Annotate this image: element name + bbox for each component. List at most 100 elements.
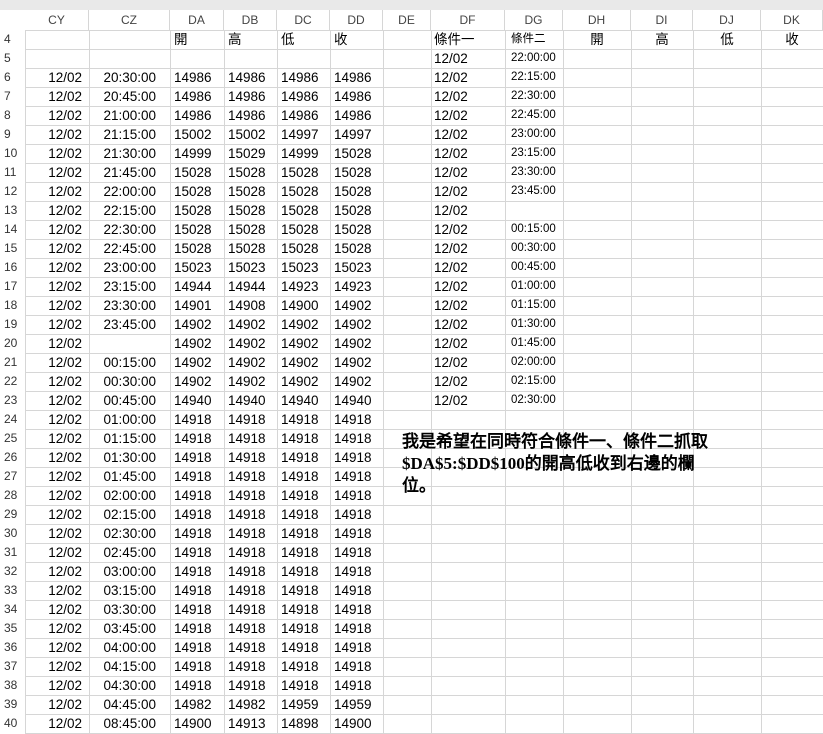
column-header-db[interactable]: DB bbox=[224, 10, 277, 30]
cell-cz34[interactable]: 03:30:00 bbox=[89, 600, 170, 619]
cell-cz32[interactable]: 03:00:00 bbox=[89, 562, 170, 581]
cell-da9[interactable]: 15002 bbox=[170, 125, 224, 144]
cell-cy24[interactable]: 12/02 bbox=[25, 410, 89, 429]
cell-cz36[interactable]: 04:00:00 bbox=[89, 638, 170, 657]
cell-db17[interactable]: 14944 bbox=[224, 277, 277, 296]
cell-cy34[interactable]: 12/02 bbox=[25, 600, 89, 619]
cell-cz10[interactable]: 21:30:00 bbox=[89, 144, 170, 163]
cell-da26[interactable]: 14918 bbox=[170, 448, 224, 467]
header-cell-dj[interactable]: 低 bbox=[693, 30, 761, 49]
cell-dd33[interactable]: 14918 bbox=[330, 581, 383, 600]
cell-df5[interactable]: 12/02 bbox=[431, 49, 505, 68]
cell-dc40[interactable]: 14898 bbox=[277, 714, 330, 733]
cell-cy8[interactable]: 12/02 bbox=[25, 106, 89, 125]
cell-da10[interactable]: 14999 bbox=[170, 144, 224, 163]
cell-cy29[interactable]: 12/02 bbox=[25, 505, 89, 524]
cell-da23[interactable]: 14940 bbox=[170, 391, 224, 410]
cell-da21[interactable]: 14902 bbox=[170, 353, 224, 372]
cell-dg5[interactable]: 22:00:00 bbox=[505, 49, 563, 68]
cell-dd31[interactable]: 14918 bbox=[330, 543, 383, 562]
cell-dd35[interactable]: 14918 bbox=[330, 619, 383, 638]
cell-db32[interactable]: 14918 bbox=[224, 562, 277, 581]
cell-db8[interactable]: 14986 bbox=[224, 106, 277, 125]
row-header-29[interactable]: 29 bbox=[0, 505, 25, 524]
column-header-da[interactable]: DA bbox=[170, 10, 224, 30]
cell-da16[interactable]: 15023 bbox=[170, 258, 224, 277]
cell-cz8[interactable]: 21:00:00 bbox=[89, 106, 170, 125]
row-header-8[interactable]: 8 bbox=[0, 106, 25, 125]
cell-cz19[interactable]: 23:45:00 bbox=[89, 315, 170, 334]
cell-dc15[interactable]: 15028 bbox=[277, 239, 330, 258]
row-header-4[interactable]: 4 bbox=[0, 30, 25, 49]
cell-cz28[interactable]: 02:00:00 bbox=[89, 486, 170, 505]
row-header-19[interactable]: 19 bbox=[0, 315, 25, 334]
cell-dd27[interactable]: 14918 bbox=[330, 467, 383, 486]
cell-da28[interactable]: 14918 bbox=[170, 486, 224, 505]
cell-cy37[interactable]: 12/02 bbox=[25, 657, 89, 676]
cell-dd8[interactable]: 14986 bbox=[330, 106, 383, 125]
cell-df6[interactable]: 12/02 bbox=[431, 68, 505, 87]
cell-da19[interactable]: 14902 bbox=[170, 315, 224, 334]
cell-df7[interactable]: 12/02 bbox=[431, 87, 505, 106]
cell-da29[interactable]: 14918 bbox=[170, 505, 224, 524]
cell-cz35[interactable]: 03:45:00 bbox=[89, 619, 170, 638]
cell-cz11[interactable]: 21:45:00 bbox=[89, 163, 170, 182]
cell-dd23[interactable]: 14940 bbox=[330, 391, 383, 410]
row-header-33[interactable]: 33 bbox=[0, 581, 25, 600]
cell-dd15[interactable]: 15028 bbox=[330, 239, 383, 258]
cell-cy11[interactable]: 12/02 bbox=[25, 163, 89, 182]
cell-dc30[interactable]: 14918 bbox=[277, 524, 330, 543]
cell-db19[interactable]: 14902 bbox=[224, 315, 277, 334]
cell-dd10[interactable]: 15028 bbox=[330, 144, 383, 163]
cell-dc38[interactable]: 14918 bbox=[277, 676, 330, 695]
cell-df9[interactable]: 12/02 bbox=[431, 125, 505, 144]
cell-dd16[interactable]: 15023 bbox=[330, 258, 383, 277]
spreadsheet-grid[interactable]: CY CZ DA DB DC DD DE DF DG DH DI DJ DK 4 開高低收條件一 條件二開高低… bbox=[0, 0, 823, 734]
cell-dd30[interactable]: 14918 bbox=[330, 524, 383, 543]
row-header-24[interactable]: 24 bbox=[0, 410, 25, 429]
cell-da31[interactable]: 14918 bbox=[170, 543, 224, 562]
cell-dd20[interactable]: 14902 bbox=[330, 334, 383, 353]
cell-db38[interactable]: 14918 bbox=[224, 676, 277, 695]
column-header-cz[interactable]: CZ bbox=[89, 10, 170, 30]
cell-dd6[interactable]: 14986 bbox=[330, 68, 383, 87]
cell-db15[interactable]: 15028 bbox=[224, 239, 277, 258]
column-header-dj[interactable]: DJ bbox=[693, 10, 761, 30]
cell-db25[interactable]: 14918 bbox=[224, 429, 277, 448]
cell-dd39[interactable]: 14959 bbox=[330, 695, 383, 714]
cell-df18[interactable]: 12/02 bbox=[431, 296, 505, 315]
cell-dc32[interactable]: 14918 bbox=[277, 562, 330, 581]
row-header-32[interactable]: 32 bbox=[0, 562, 25, 581]
cell-dd25[interactable]: 14918 bbox=[330, 429, 383, 448]
cell-cy23[interactable]: 12/02 bbox=[25, 391, 89, 410]
cell-da20[interactable]: 14902 bbox=[170, 334, 224, 353]
cell-db26[interactable]: 14918 bbox=[224, 448, 277, 467]
cell-df10[interactable]: 12/02 bbox=[431, 144, 505, 163]
cell-da32[interactable]: 14918 bbox=[170, 562, 224, 581]
cell-cz7[interactable]: 20:45:00 bbox=[89, 87, 170, 106]
cell-cz37[interactable]: 04:15:00 bbox=[89, 657, 170, 676]
cell-dc21[interactable]: 14902 bbox=[277, 353, 330, 372]
cell-dg18[interactable]: 01:15:00 bbox=[505, 296, 563, 315]
cell-cy32[interactable]: 12/02 bbox=[25, 562, 89, 581]
cell-da27[interactable]: 14918 bbox=[170, 467, 224, 486]
cell-db21[interactable]: 14902 bbox=[224, 353, 277, 372]
cell-dg15[interactable]: 00:30:00 bbox=[505, 239, 563, 258]
cell-dd9[interactable]: 14997 bbox=[330, 125, 383, 144]
cell-da15[interactable]: 15028 bbox=[170, 239, 224, 258]
cell-db30[interactable]: 14918 bbox=[224, 524, 277, 543]
cell-cy19[interactable]: 12/02 bbox=[25, 315, 89, 334]
cell-dc20[interactable]: 14902 bbox=[277, 334, 330, 353]
cell-cz21[interactable]: 00:15:00 bbox=[89, 353, 170, 372]
header-cell-di[interactable]: 高 bbox=[631, 30, 693, 49]
cell-dd28[interactable]: 14918 bbox=[330, 486, 383, 505]
cell-db23[interactable]: 14940 bbox=[224, 391, 277, 410]
cell-cy35[interactable]: 12/02 bbox=[25, 619, 89, 638]
cell-db7[interactable]: 14986 bbox=[224, 87, 277, 106]
cell-db39[interactable]: 14982 bbox=[224, 695, 277, 714]
cell-df21[interactable]: 12/02 bbox=[431, 353, 505, 372]
cell-cy28[interactable]: 12/02 bbox=[25, 486, 89, 505]
cell-dc19[interactable]: 14902 bbox=[277, 315, 330, 334]
header-cell-dg[interactable]: 條件二 bbox=[505, 30, 563, 49]
cell-da25[interactable]: 14918 bbox=[170, 429, 224, 448]
